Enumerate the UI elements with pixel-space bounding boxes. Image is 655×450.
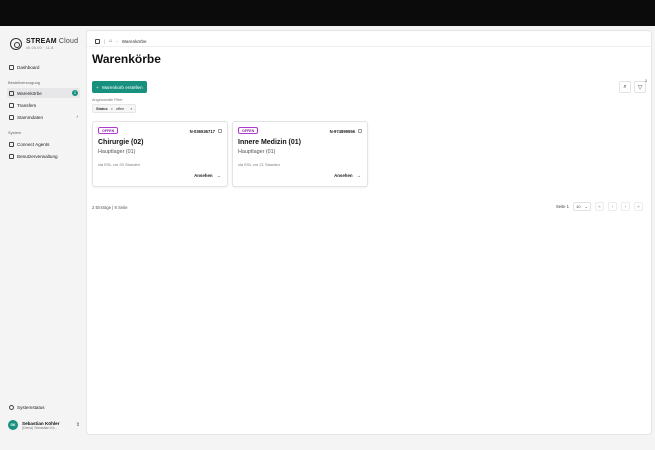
main-panel: | ⌂ › Warenkörbe Warenkörbe + Warenkorb … bbox=[86, 30, 653, 435]
copy-icon[interactable] bbox=[358, 129, 362, 133]
avatar: SK bbox=[8, 420, 18, 430]
count-badge: 2 bbox=[72, 90, 78, 96]
chevron-right-icon: › bbox=[76, 114, 78, 120]
copy-icon[interactable] bbox=[218, 129, 222, 133]
sidebar-item-system-status[interactable]: Systemstatus bbox=[7, 402, 80, 412]
first-page-button[interactable]: « bbox=[595, 202, 604, 211]
chevron-right-icon: › bbox=[624, 204, 627, 209]
user-menu[interactable]: SK Sebastian Köhler (Demo) Sebastian Kö.… bbox=[8, 418, 80, 432]
transfer-icon bbox=[9, 102, 14, 108]
brand-name: STREAM Cloud bbox=[26, 38, 79, 45]
cart-meta: via ESL vor 20 Stunden bbox=[98, 162, 140, 167]
chevrons-right-icon: » bbox=[637, 204, 640, 209]
filter-chip-status[interactable]: Status = offen × bbox=[92, 104, 137, 113]
chevron-down-icon: ⌄ bbox=[584, 204, 588, 209]
filter-count: 1 bbox=[645, 79, 647, 83]
sidebar: STREAM Cloud v0.00.00 · 11.8 Dashboard B… bbox=[0, 26, 86, 450]
sidebar-section-system: System bbox=[8, 130, 22, 135]
page-title: Warenkörbe bbox=[92, 52, 161, 66]
sidebar-item-warenkoerbe[interactable]: Warenkörbe 2 bbox=[7, 88, 80, 98]
user-subtitle: (Demo) Sebastian Kö... bbox=[22, 425, 58, 430]
chevron-updown-icon: ⇕ bbox=[75, 422, 80, 428]
cart-subtitle: Hauptlager (01) bbox=[98, 149, 136, 155]
window-top-bar bbox=[0, 0, 655, 26]
sidebar-item-transfers[interactable]: Transfers bbox=[7, 100, 80, 110]
next-page-button[interactable]: › bbox=[621, 202, 630, 211]
breadcrumb-current: Warenkörbe bbox=[121, 38, 147, 44]
cart-id: N-036536717 bbox=[189, 129, 215, 134]
plug-icon bbox=[9, 141, 14, 147]
cart-icon bbox=[9, 90, 14, 96]
cart-meta: via ESL vor 21 Stunden bbox=[238, 162, 280, 167]
entries-summary: 2 Einträge | 8 Seite bbox=[92, 205, 128, 210]
brand-version: v0.00.00 · 11.8 bbox=[26, 46, 54, 50]
app-shell: STREAM Cloud v0.00.00 · 11.8 Dashboard B… bbox=[0, 26, 655, 450]
close-icon[interactable]: × bbox=[130, 107, 132, 111]
sidebar-item-dashboard[interactable]: Dashboard bbox=[7, 62, 80, 72]
cart-id: N-974899556 bbox=[329, 129, 355, 134]
breadcrumb: | ⌂ › Warenkörbe bbox=[95, 37, 147, 45]
arrow-right-icon: → bbox=[216, 173, 221, 178]
sidebar-toggle-icon[interactable] bbox=[95, 38, 100, 44]
database-icon bbox=[9, 114, 14, 120]
plus-icon: + bbox=[96, 84, 99, 90]
home-icon[interactable]: ⌂ bbox=[109, 38, 112, 44]
cart-subtitle: Hauptlager (01) bbox=[238, 149, 276, 155]
status-badge: OFFEN bbox=[98, 127, 119, 134]
brand[interactable]: STREAM Cloud v0.00.00 · 11.8 bbox=[10, 38, 78, 50]
search-button[interactable]: ⌕ bbox=[619, 81, 631, 93]
applied-filters-label: Angewandte Filter bbox=[92, 98, 123, 102]
cart-title: Chirurgie (02) bbox=[98, 139, 144, 146]
view-button[interactable]: Ansehen → bbox=[334, 173, 361, 178]
sidebar-item-benutzerverwaltung[interactable]: Benutzerverwaltung bbox=[7, 151, 80, 161]
grid-icon bbox=[9, 64, 14, 70]
page-size-select[interactable]: 10 ⌄ bbox=[573, 202, 591, 211]
chevron-left-icon: ‹ bbox=[611, 204, 614, 209]
chevrons-left-icon: « bbox=[598, 204, 601, 209]
prev-page-button[interactable]: ‹ bbox=[608, 202, 617, 211]
header-divider bbox=[87, 46, 653, 47]
create-cart-button[interactable]: + Warenkorb erstellen bbox=[92, 81, 147, 93]
arrow-right-icon: → bbox=[356, 173, 361, 178]
last-page-button[interactable]: » bbox=[634, 202, 643, 211]
cart-card[interactable]: OFFEN N-036536717 Chirurgie (02) Hauptla… bbox=[92, 121, 228, 187]
sidebar-section-ordering: Bestellversorgung bbox=[8, 80, 41, 85]
filter-icon: ▽ bbox=[637, 84, 643, 91]
status-badge: OFFEN bbox=[238, 127, 259, 134]
search-icon: ⌕ bbox=[623, 83, 627, 90]
sidebar-item-stammdaten[interactable]: Stammdaten › bbox=[7, 112, 80, 122]
signal-icon bbox=[9, 404, 14, 410]
page-label: Seite 1 bbox=[555, 204, 569, 209]
brand-logo-icon bbox=[10, 38, 22, 50]
view-button[interactable]: Ansehen → bbox=[194, 173, 221, 178]
cart-card[interactable]: OFFEN N-974899556 Innere Medizin (01) Ha… bbox=[232, 121, 368, 187]
pagination: Seite 1 10 ⌄ « ‹ › » bbox=[556, 202, 643, 211]
filter-button[interactable]: ▽ 1 bbox=[634, 79, 647, 93]
sidebar-item-connect-agents[interactable]: Connect Agents bbox=[7, 139, 80, 149]
cart-title: Innere Medizin (01) bbox=[238, 139, 302, 146]
users-icon bbox=[9, 153, 14, 159]
